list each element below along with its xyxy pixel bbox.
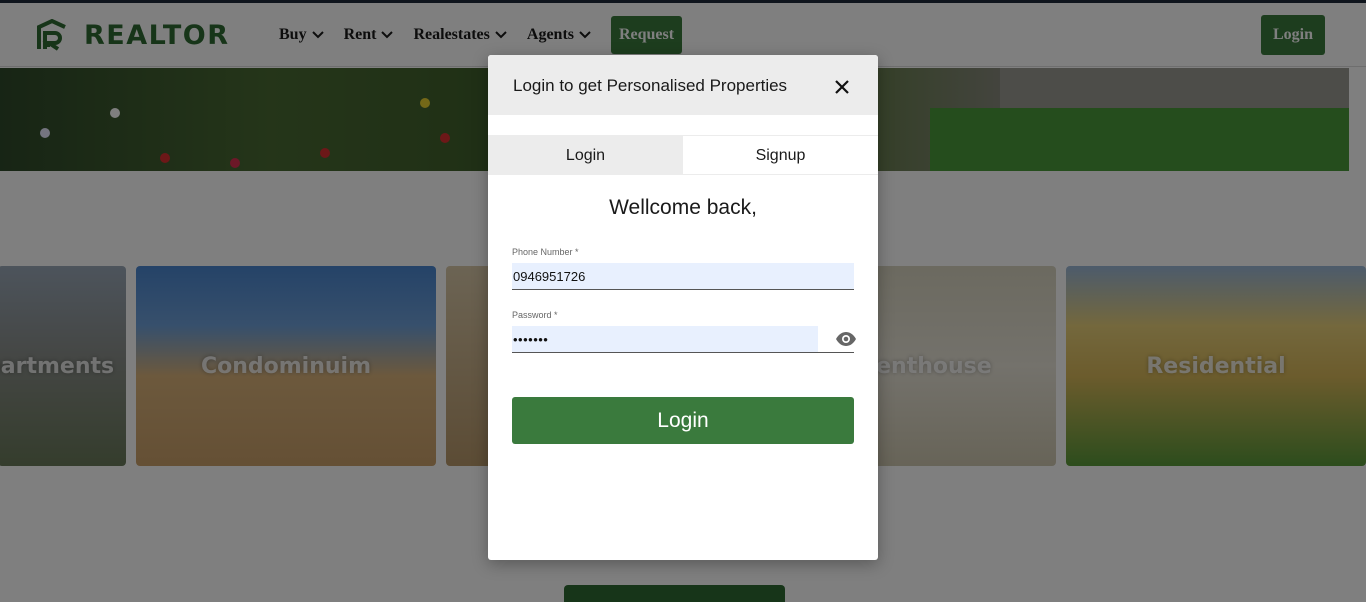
- modal-close-button[interactable]: [831, 76, 853, 98]
- password-underline: [818, 352, 854, 353]
- login-modal: Login to get Personalised Properties Log…: [488, 55, 878, 560]
- phone-number-label: Phone Number *: [512, 247, 579, 257]
- password-label: Password *: [512, 310, 558, 320]
- login-submit-button[interactable]: Login: [512, 397, 854, 444]
- phone-number-input[interactable]: [512, 263, 854, 290]
- password-input[interactable]: [512, 326, 818, 353]
- toggle-password-visibility-button[interactable]: [834, 330, 858, 348]
- tab-login[interactable]: Login: [488, 136, 683, 175]
- modal-title: Login to get Personalised Properties: [513, 76, 788, 95]
- welcome-heading: Wellcome back,: [609, 196, 757, 219]
- modal-header: Login to get Personalised Properties: [488, 55, 878, 115]
- auth-tabs: Login Signup: [488, 135, 878, 175]
- close-icon: [835, 80, 849, 94]
- tab-signup[interactable]: Signup: [683, 136, 878, 175]
- eye-icon: [836, 332, 856, 346]
